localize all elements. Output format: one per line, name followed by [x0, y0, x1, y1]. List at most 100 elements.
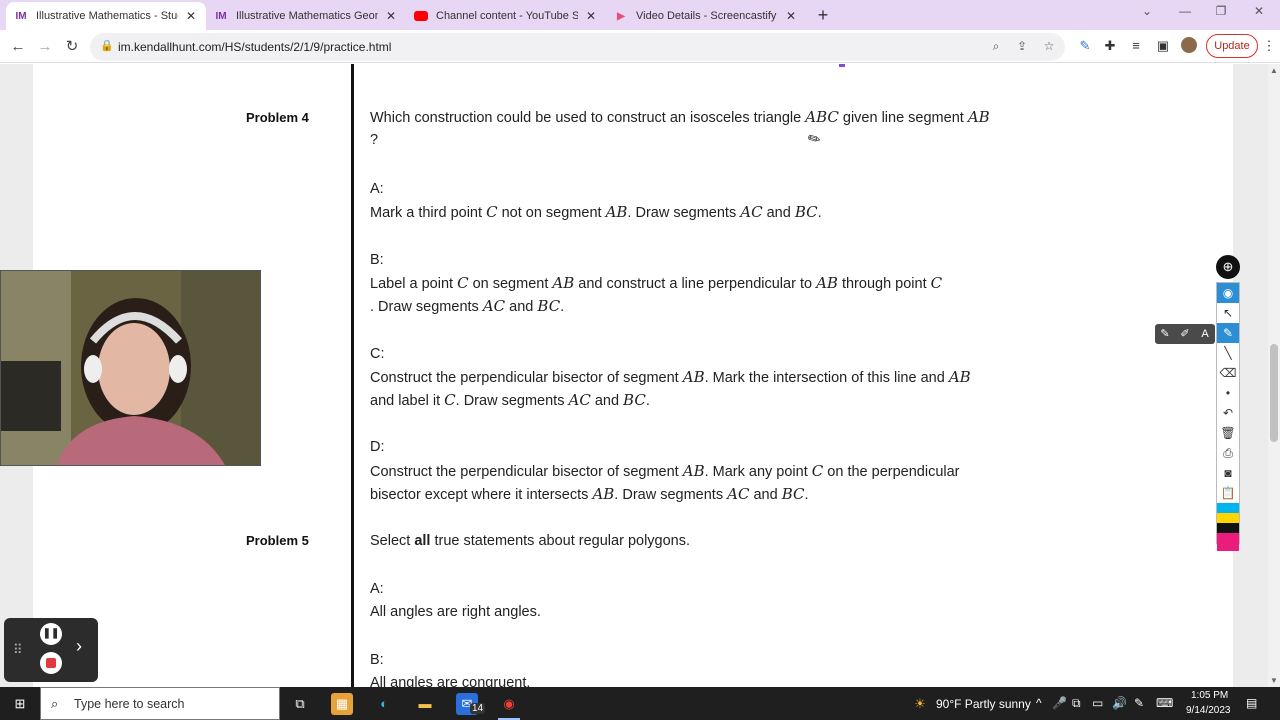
option-letter[interactable]: A: — [370, 181, 384, 197]
window-close-button[interactable]: ✕ — [1244, 4, 1274, 18]
annotation-toggle-icon[interactable]: ⊕ — [1216, 255, 1240, 279]
chevron-right-icon[interactable]: › — [76, 636, 82, 657]
close-icon[interactable]: ✕ — [384, 9, 398, 23]
scroll-thumb[interactable] — [1270, 344, 1278, 442]
highlighter-icon[interactable]: ✎ — [1155, 324, 1175, 344]
math-variable: AB — [967, 108, 990, 126]
option-text-run: through point — [837, 276, 931, 292]
drag-handle-icon[interactable]: ⠿ — [13, 642, 23, 658]
dot-icon[interactable]: • — [1217, 383, 1239, 403]
update-button[interactable]: Update — [1206, 34, 1258, 58]
pause-icon[interactable]: ❚❚ — [40, 623, 62, 645]
chevron-down-icon[interactable]: ⌄ — [1132, 4, 1162, 18]
profile-avatar[interactable] — [1180, 37, 1198, 56]
maximize-button[interactable]: ❐ — [1206, 4, 1236, 18]
option-c-text[interactable]: Construct the perpendicular bisector of … — [370, 368, 971, 386]
option-letter[interactable]: C: — [370, 346, 385, 362]
extension-icon[interactable]: ✎ — [1076, 38, 1094, 54]
more-menu-icon[interactable]: ⋮ — [1260, 38, 1278, 54]
windows-start-icon[interactable]: ⊞ — [9, 693, 31, 715]
option-text-run: and — [505, 299, 538, 315]
option-a-text[interactable]: All angles are right angles. — [370, 604, 541, 620]
forward-arrow-icon[interactable]: → — [34, 36, 56, 58]
screenshot-icon[interactable]: ⎙ — [1217, 443, 1239, 463]
store-icon[interactable]: ▦ — [331, 693, 353, 715]
back-arrow-icon[interactable]: ← — [7, 36, 29, 58]
option-text-run: Construct the perpendicular bisector of … — [370, 370, 683, 386]
option-b-text[interactable]: All angles are congruent. — [370, 675, 530, 687]
tray-chevron-up-icon[interactable]: ^ — [1036, 696, 1042, 710]
option-letter[interactable]: B: — [370, 652, 384, 668]
option-c-text-line2[interactable]: and label it C. Draw segments AC and BC. — [370, 391, 650, 409]
notifications-icon[interactable]: ▤ — [1246, 696, 1257, 710]
scroll-down-icon[interactable]: ▼ — [1270, 676, 1278, 685]
reload-icon[interactable]: ↻ — [61, 36, 83, 58]
taskbar-search[interactable]: ⌕ Type here to search — [40, 687, 280, 720]
illustrative-math-favicon: IM — [215, 10, 227, 22]
share-icon[interactable]: ⇪ — [1014, 39, 1030, 53]
weather-icon[interactable]: ☀ — [909, 693, 931, 715]
page-scrollbar[interactable]: ▲ ▼ — [1268, 64, 1280, 687]
keyboard-icon[interactable]: ⌨ — [1156, 696, 1173, 710]
color-swatch-yellow[interactable] — [1217, 513, 1239, 523]
color-swatch-magenta[interactable] — [1217, 533, 1239, 551]
chrome-icon[interactable]: ◉ — [498, 693, 520, 715]
pen-icon[interactable]: ✐ — [1175, 324, 1195, 344]
option-letter[interactable]: A: — [370, 581, 384, 597]
option-letter[interactable]: D: — [370, 439, 385, 455]
option-text-run: Construct the perpendicular bisector of … — [370, 464, 683, 480]
clock-time[interactable]: 1:05 PM — [1191, 690, 1228, 701]
zoom-icon[interactable]: ⌕ — [988, 39, 1004, 54]
new-tab-button[interactable]: + — [812, 4, 834, 26]
text-tool-icon[interactable]: A — [1195, 324, 1215, 344]
camera-icon[interactable]: ◙ — [1217, 463, 1239, 483]
side-panel-icon[interactable]: ▣ — [1154, 38, 1172, 54]
option-b-text-line2[interactable]: . Draw segments AC and BC. — [370, 297, 564, 315]
eraser-icon[interactable]: ⌫ — [1217, 363, 1239, 383]
close-icon[interactable]: ✕ — [584, 9, 598, 23]
tab-screencastify[interactable]: ▶ Video Details - Screencastify ✕ — [606, 2, 806, 30]
meet-icon[interactable]: 🎤 — [1052, 696, 1067, 710]
eye-icon[interactable]: ◉ — [1217, 283, 1239, 303]
undo-icon[interactable]: ↶ — [1217, 403, 1239, 423]
stop-button[interactable] — [40, 652, 62, 674]
pen-tray-icon[interactable]: ✎ — [1134, 696, 1144, 710]
screencastify-favicon: ▶ — [617, 10, 625, 22]
color-swatch-cyan[interactable] — [1217, 503, 1239, 513]
weather-text[interactable]: 90°F Partly sunny — [936, 697, 1031, 711]
option-text-run: and — [762, 205, 795, 221]
option-letter[interactable]: B: — [370, 252, 384, 268]
edge-icon[interactable]: ◐ — [373, 693, 395, 715]
tab-youtube-studio[interactable]: Channel content - YouTube Studi ✕ — [406, 2, 606, 30]
trash-icon[interactable]: 🗑 — [1217, 423, 1239, 443]
tab-illustrative-math-geometry[interactable]: IM Illustrative Mathematics Geometr ✕ — [206, 2, 406, 30]
line-icon[interactable]: ╲ — [1217, 343, 1239, 363]
minimize-button[interactable]: — — [1170, 4, 1200, 18]
address-bar[interactable]: 🔒 im.kendallhunt.com/HS/students/2/1/9/p… — [90, 33, 1065, 61]
volume-icon[interactable]: 🔊 — [1112, 696, 1127, 710]
close-icon[interactable]: ✕ — [784, 9, 798, 23]
puzzle-extensions-icon[interactable]: ✚ — [1101, 38, 1119, 54]
option-d-text-line2[interactable]: bisector except where it intersects AB. … — [370, 485, 809, 503]
url-text[interactable]: im.kendallhunt.com/HS/students/2/1/9/pra… — [118, 40, 391, 54]
color-swatch-black[interactable] — [1217, 523, 1239, 533]
clock-date[interactable]: 9/14/2023 — [1186, 705, 1231, 716]
cursor-icon[interactable]: ↖ — [1217, 303, 1239, 323]
task-view-icon[interactable]: ⧉ — [289, 693, 311, 715]
reading-list-icon[interactable]: ≡ — [1127, 38, 1145, 53]
option-a-text[interactable]: Mark a third point C not on segment AB. … — [370, 203, 822, 221]
option-text-run: . — [560, 299, 565, 315]
tab-illustrative-math-student[interactable]: IM Illustrative Mathematics - Student ✕ — [6, 2, 206, 30]
pen-icon[interactable]: ✎ — [1217, 323, 1239, 343]
clipboard-icon[interactable]: 📋 — [1217, 483, 1239, 503]
tray-app-icon[interactable]: ⧉ — [1072, 696, 1081, 711]
scroll-up-icon[interactable]: ▲ — [1270, 66, 1278, 75]
option-d-text[interactable]: Construct the perpendicular bisector of … — [370, 462, 960, 480]
question-text: true statements about regular polygons. — [434, 533, 691, 549]
file-explorer-icon[interactable]: ▬ — [414, 693, 436, 715]
option-b-text[interactable]: Label a point C on segment AB and constr… — [370, 274, 942, 292]
bookmark-star-icon[interactable]: ☆ — [1041, 39, 1057, 53]
network-icon[interactable]: ▭ — [1092, 696, 1103, 710]
close-icon[interactable]: ✕ — [184, 9, 198, 23]
webcam-overlay[interactable] — [0, 270, 261, 466]
